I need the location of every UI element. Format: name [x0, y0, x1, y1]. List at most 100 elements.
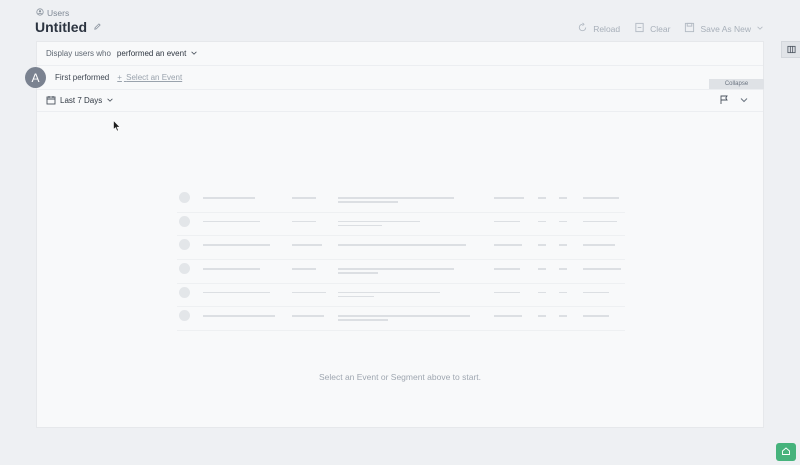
date-row: Last 7 Days — [37, 90, 763, 112]
placeholder-bar — [203, 315, 275, 317]
placeholder-bar — [338, 201, 398, 203]
plus-icon: + — [117, 73, 122, 82]
placeholder-bar — [583, 291, 609, 294]
date-range-dropdown[interactable]: Last 7 Days — [60, 96, 114, 106]
placeholder-bar — [338, 268, 454, 270]
placeholder-bar — [338, 197, 454, 199]
calendar-icon — [46, 95, 56, 107]
placeholder-avatar — [179, 286, 190, 298]
placeholder-bar — [292, 291, 326, 294]
placeholder-bar — [559, 315, 567, 317]
placeholder-row — [177, 284, 625, 308]
placeholder-bar — [583, 220, 617, 223]
side-panel-toggle[interactable] — [781, 41, 800, 58]
chevron-down-icon — [756, 24, 764, 34]
condition-dropdown[interactable]: performed an event — [117, 49, 198, 59]
placeholder-bar — [494, 220, 520, 223]
placeholder-bar — [292, 197, 316, 199]
placeholder-bar — [292, 244, 322, 246]
event-row: First performed + Select an Event — [37, 66, 763, 90]
placeholder-bar — [292, 220, 316, 223]
condition-label: performed an event — [116, 49, 187, 58]
save-as-new-button[interactable]: Save As New — [684, 22, 764, 35]
placeholder-bar — [494, 244, 522, 246]
collapse-button[interactable]: Collapse — [709, 79, 764, 89]
placeholder-avatar — [179, 215, 190, 227]
empty-state-message: Select an Event or Segment above to star… — [318, 372, 482, 382]
pencil-icon[interactable] — [93, 18, 102, 36]
clear-icon — [634, 22, 645, 35]
clear-button[interactable]: Clear — [634, 22, 670, 35]
breadcrumb[interactable]: Users — [36, 8, 69, 18]
placeholder-bar — [338, 272, 378, 274]
placeholder-row — [177, 307, 625, 332]
placeholder-bar — [538, 291, 546, 294]
placeholder-bar — [538, 197, 546, 199]
placeholder-bar — [494, 291, 520, 294]
reload-icon — [577, 22, 588, 35]
home-icon — [781, 443, 791, 461]
placeholder-bar — [203, 220, 260, 223]
placeholder-bar — [583, 197, 619, 199]
placeholder-avatar — [179, 192, 190, 203]
placeholder-bar — [203, 244, 270, 246]
title-row: Untitled — [35, 18, 102, 36]
chevron-down-icon — [106, 96, 114, 106]
placeholder-bar — [559, 244, 567, 246]
filter-prefix: Display users who — [46, 49, 111, 58]
placeholder-bar — [559, 291, 567, 294]
placeholder-row — [177, 236, 625, 261]
placeholder-bar — [583, 268, 621, 270]
columns-icon — [786, 41, 796, 59]
breadcrumb-label: Users — [47, 8, 70, 18]
filter-row: Display users who performed an event — [37, 42, 763, 66]
placeholder-bar — [583, 244, 615, 246]
header: Users Untitled Reload Clear Save As New — [0, 0, 800, 42]
placeholder-bar — [538, 244, 546, 246]
page-title: Untitled — [35, 19, 88, 35]
help-button[interactable] — [776, 443, 796, 461]
placeholder-bar — [338, 319, 388, 321]
placeholder-row — [177, 260, 625, 284]
placeholder-avatar — [179, 263, 190, 275]
date-range-label: Last 7 Days — [60, 96, 103, 105]
chevron-down-icon[interactable] — [739, 95, 749, 107]
reload-label: Reload — [593, 23, 621, 34]
placeholder-bar — [338, 224, 382, 227]
reload-button[interactable]: Reload — [577, 22, 620, 35]
placeholder-bar — [338, 244, 466, 246]
query-panel: Display users who performed an event Fir… — [36, 41, 764, 428]
placeholder-bar — [292, 268, 316, 270]
placeholder-bar — [338, 315, 470, 317]
placeholder-bar — [538, 220, 546, 223]
placeholder-bar — [559, 220, 567, 223]
placeholder-avatar — [179, 239, 190, 251]
placeholder-row — [177, 213, 625, 237]
users-icon — [36, 8, 44, 18]
placeholder-bar — [338, 291, 440, 294]
placeholder-bar — [203, 291, 270, 294]
placeholder-row — [177, 189, 625, 213]
placeholder-bar — [203, 268, 260, 270]
select-event-link[interactable]: + Select an Event — [117, 73, 182, 82]
placeholder-avatar — [179, 310, 190, 322]
save-as-new-label: Save As New — [700, 23, 751, 34]
placeholder-bar — [583, 315, 609, 317]
chevron-down-icon — [190, 49, 198, 59]
placeholder-bar — [338, 295, 374, 298]
event-label: First performed — [55, 73, 110, 82]
clear-label: Clear — [650, 23, 671, 34]
placeholder-bar — [494, 197, 524, 199]
placeholder-bar — [494, 315, 522, 317]
placeholder-bar — [538, 315, 546, 317]
placeholder-bar — [338, 220, 420, 223]
select-event-label: Select an Event — [126, 73, 183, 82]
toolbar: Reload Clear Save As New — [577, 22, 764, 35]
placeholder-bar — [494, 268, 520, 270]
avatar: A — [25, 67, 46, 88]
flag-icon[interactable] — [719, 95, 729, 107]
results-placeholder — [177, 189, 625, 332]
save-icon — [684, 22, 695, 35]
placeholder-bar — [203, 197, 255, 199]
mouse-cursor — [113, 120, 121, 132]
